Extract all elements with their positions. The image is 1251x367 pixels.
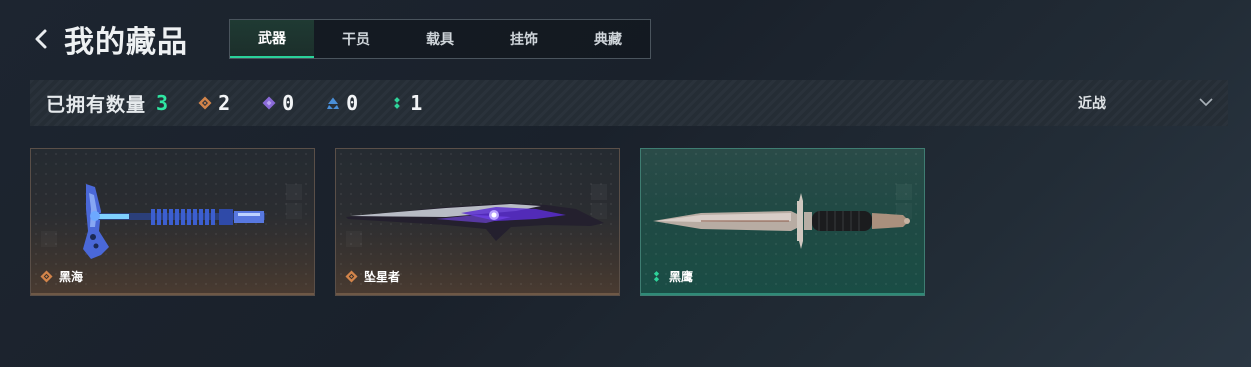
item-card[interactable]: 黑鹰 [640,148,925,296]
orange-diamond-icon [40,270,53,283]
rarity-orange-stat: 2 [198,91,230,115]
green-dots-icon [653,271,660,282]
rarity-stripe [641,293,924,295]
chevron-down-icon [1199,98,1213,107]
item-name-row: 黑海 [40,268,83,285]
rarity-orange-count: 2 [218,91,231,115]
item-name-row: 黑鹰 [650,268,693,285]
rarity-stripe [31,293,314,295]
filter-label: 近战 [1078,96,1106,112]
green-dots-icon [394,97,401,109]
tab-charms[interactable]: 挂饰 [482,20,566,58]
rarity-blue-count: 0 [346,91,359,115]
rarity-green-count: 1 [410,91,423,115]
tab-weapons[interactable]: 武器 [230,20,314,58]
tab-operators[interactable]: 干员 [314,20,398,58]
item-name: 黑海 [59,270,84,284]
item-card[interactable]: 坠星者 [335,148,620,296]
item-name: 黑鹰 [669,270,694,284]
item-name: 坠星者 [364,270,401,284]
purple-blade-image [346,184,607,241]
tactical-axe-image [83,184,302,259]
rarity-purple-count: 0 [282,91,295,115]
rarity-stripe [336,293,619,295]
chevron-left-icon [35,29,47,49]
ownership-stat-bar: 已拥有数量 3 2 0 0 1 近战 [30,80,1228,126]
rarity-green-stat: 1 [390,91,422,115]
category-tabs: 武器 干员 载具 挂饰 典藏 [229,19,651,59]
orange-diamond-icon [345,270,358,283]
rarity-blue-stat: 0 [326,91,358,115]
orange-diamond-icon [198,96,212,110]
owned-label: 已拥有数量 [46,93,147,116]
page-header: 我的藏品 [30,18,188,60]
rarity-purple-stat: 0 [262,91,294,115]
item-card[interactable]: 黑海 [30,148,315,296]
page-title: 我的藏品 [64,25,188,60]
category-filter-dropdown[interactable]: 近战 [1076,80,1216,126]
owned-count: 3 [156,91,169,115]
blue-triangle-icon [327,97,340,109]
purple-diamond-icon [262,96,276,110]
back-button[interactable] [30,18,52,60]
combat-dagger-image [653,184,912,249]
item-name-row: 坠星者 [345,268,400,285]
tab-collection[interactable]: 典藏 [566,20,650,58]
tab-vehicles[interactable]: 载具 [398,20,482,58]
